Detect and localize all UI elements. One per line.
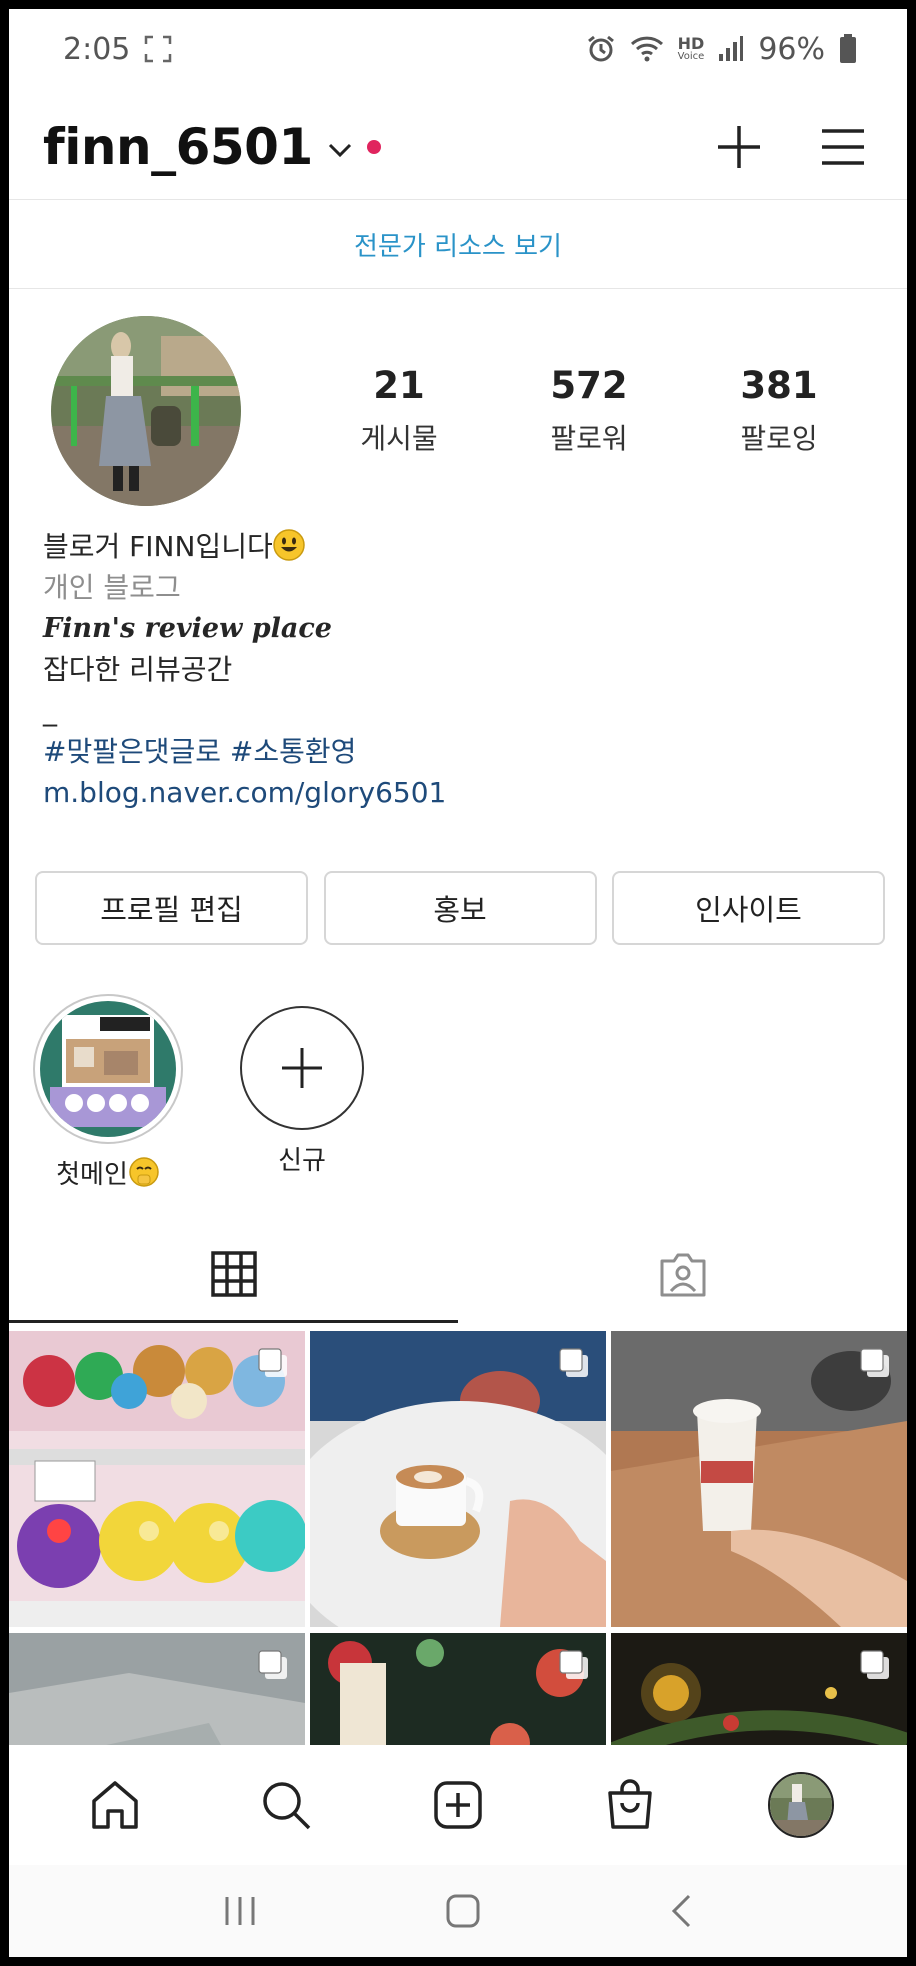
nav-home[interactable] <box>75 1765 155 1845</box>
profile-bio: 블로거 FINN입니다 개인 블로그 Finn's review place 잡… <box>43 526 873 813</box>
grid-icon <box>210 1250 257 1297</box>
menu-button[interactable] <box>813 117 873 177</box>
post-thumbnail[interactable] <box>9 1331 305 1627</box>
posts-count[interactable]: 21 게시물 <box>309 364 489 457</box>
bio-hashtags[interactable]: #맞팔은댓글로 #소통환영 <box>43 731 873 772</box>
chevron-down-icon[interactable] <box>327 141 353 159</box>
plus-icon <box>282 1048 322 1088</box>
bio-category: 개인 블로그 <box>43 571 181 604</box>
profile-action-buttons: 프로필 편집 홍보 인사이트 <box>35 871 885 945</box>
multiple-posts-icon <box>559 1650 588 1679</box>
insights-button[interactable]: 인사이트 <box>612 871 885 945</box>
nav-search[interactable] <box>246 1765 326 1845</box>
post-thumbnail[interactable] <box>611 1331 907 1627</box>
add-post-icon <box>434 1781 482 1829</box>
instagram-profile-screen: 2:05 HD Voice 96% finn_6501 전문가 리소스 보기 2… <box>9 9 907 1957</box>
recent-apps-icon[interactable] <box>223 1895 257 1927</box>
highlight-thumbnail <box>40 1001 176 1137</box>
followers-count[interactable]: 572 팔로워 <box>499 364 679 457</box>
bio-name-line: 블로거 FINN입니다 <box>43 526 873 567</box>
home-icon <box>92 1781 138 1829</box>
create-button[interactable] <box>709 117 769 177</box>
tagged-person-icon <box>660 1253 705 1297</box>
avatar-photo <box>51 316 241 506</box>
smiley-emoji-icon <box>272 529 305 561</box>
edit-profile-button[interactable]: 프로필 편집 <box>35 871 308 945</box>
highlight-new[interactable]: 신규 <box>227 994 377 1177</box>
hd-voice-indicator: HD Voice <box>677 34 705 62</box>
profile-avatar-small <box>768 1772 835 1838</box>
bio-divider: _ <box>43 694 57 727</box>
notification-dot <box>366 140 381 154</box>
multiple-posts-icon <box>860 1348 889 1377</box>
bio-script-line: Finn's review place <box>43 613 332 644</box>
multiple-posts-icon <box>860 1650 889 1679</box>
screenshot-icon <box>145 35 172 63</box>
bio-description: 잡다한 리뷰공간 <box>43 653 233 686</box>
highlight-first-main[interactable]: 첫메인 <box>33 994 183 1191</box>
system-navigation-bar <box>9 1865 907 1957</box>
highlight-label: 신규 <box>278 1146 326 1176</box>
highlight-label: 첫메인 <box>33 1154 183 1191</box>
tab-posts-grid[interactable] <box>9 1227 458 1323</box>
new-highlight-button[interactable] <box>240 1006 364 1130</box>
bio-website-link[interactable]: m.blog.naver.com/glory6501 <box>43 772 873 813</box>
following-count[interactable]: 381 팔로잉 <box>689 364 869 457</box>
signal-icon <box>719 36 744 61</box>
battery-icon <box>840 34 856 63</box>
tab-tagged[interactable] <box>458 1227 907 1323</box>
status-time: 2:05 <box>63 31 131 67</box>
hamburger-menu-icon <box>822 129 864 165</box>
nav-create[interactable] <box>418 1765 498 1845</box>
home-button-icon[interactable] <box>445 1893 481 1929</box>
profile-avatar[interactable] <box>51 316 241 506</box>
profile-header: finn_6501 <box>9 97 907 197</box>
nav-shop[interactable] <box>590 1765 670 1845</box>
shushing-emoji-icon <box>129 1157 159 1187</box>
account-switcher-username[interactable]: finn_6501 <box>43 118 313 176</box>
alarm-icon <box>587 35 614 62</box>
nav-profile[interactable] <box>761 1765 841 1845</box>
multiple-posts-icon <box>258 1650 287 1679</box>
multiple-posts-icon <box>258 1348 287 1377</box>
post-thumbnail[interactable] <box>310 1331 606 1627</box>
search-icon <box>263 1782 311 1830</box>
promote-button[interactable]: 홍보 <box>323 871 597 945</box>
back-icon[interactable] <box>669 1893 693 1929</box>
professional-resources-link[interactable]: 전문가 리소스 보기 <box>9 199 907 289</box>
profile-stats: 21 게시물 572 팔로워 381 팔로잉 <box>309 364 869 457</box>
wifi-icon <box>630 36 663 62</box>
shopping-bag-icon <box>607 1779 652 1829</box>
multiple-posts-icon <box>559 1348 588 1377</box>
bottom-navigation <box>9 1745 907 1865</box>
battery-percent: 96% <box>758 31 825 67</box>
profile-content-tabs <box>9 1227 907 1323</box>
highlight-ring <box>33 994 183 1144</box>
plus-icon <box>718 126 760 168</box>
status-bar: 2:05 HD Voice 96% <box>9 9 907 89</box>
